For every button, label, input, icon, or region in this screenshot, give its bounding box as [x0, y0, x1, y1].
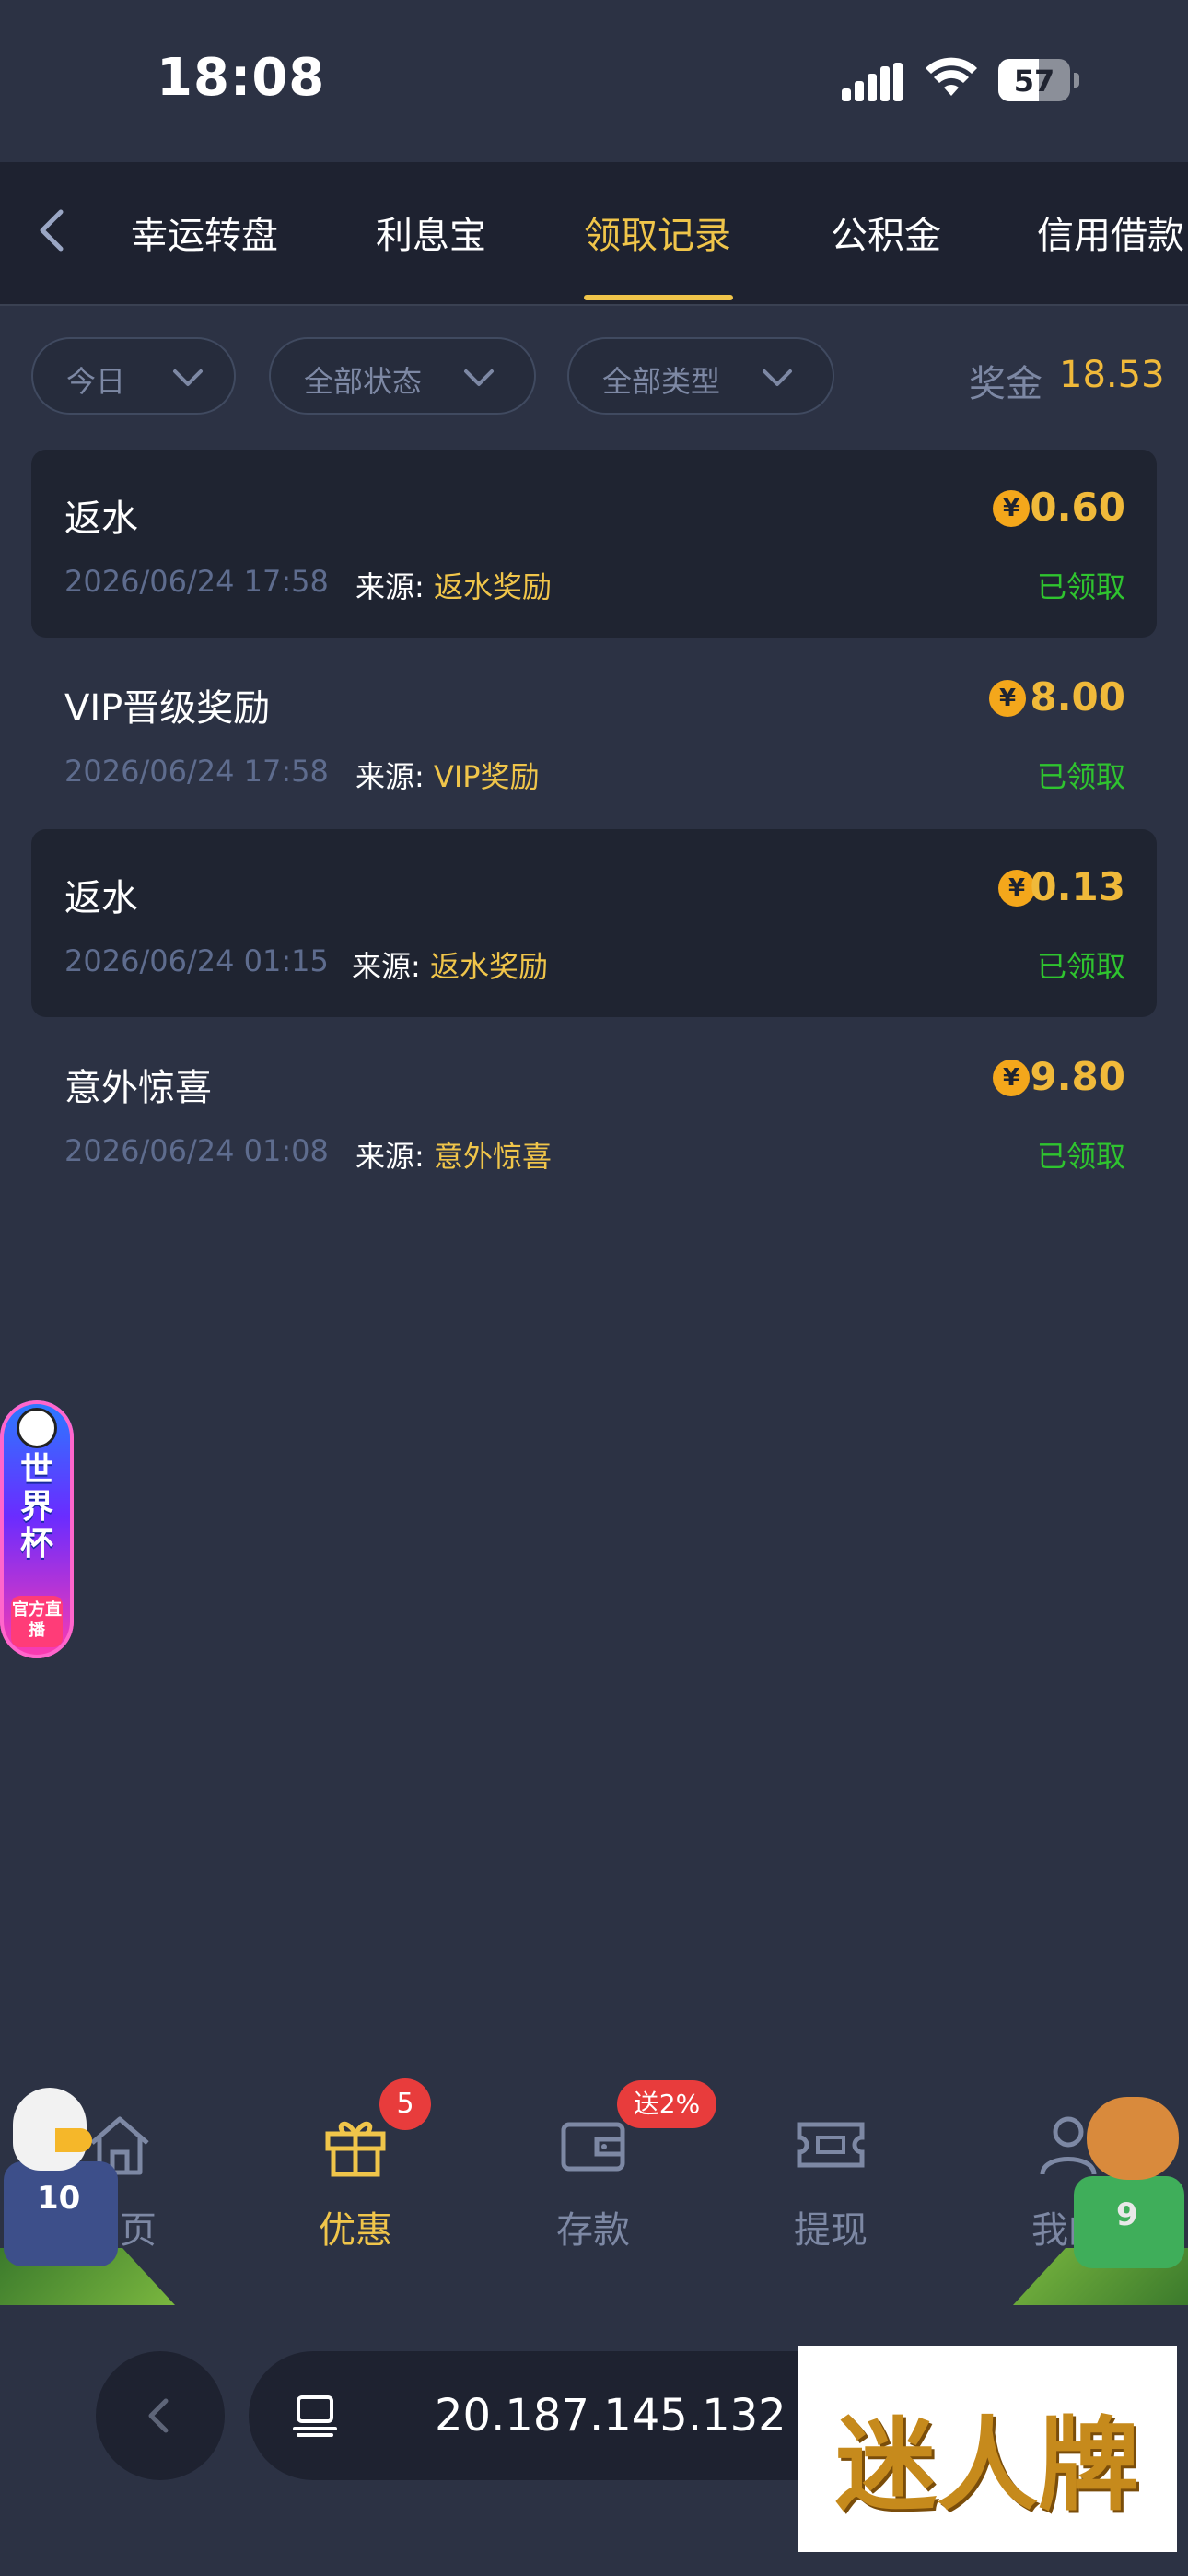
record-title: 返水	[64, 877, 138, 919]
record-item: VIP晋级奖励 2026/06/24 17:58 来源: VIP奖励 ¥ 8.0…	[31, 639, 1157, 827]
record-title: 意外惊喜	[64, 1067, 212, 1109]
record-amount: 0.60	[1030, 485, 1125, 530]
back-arrow-icon[interactable]	[26, 203, 81, 258]
record-source-value: 返水奖励	[433, 569, 552, 604]
soccer-ball-icon	[17, 1408, 57, 1448]
record-item: 意外惊喜 2026/06/24 01:08 来源: 意外惊喜 ¥ 9.80 已领…	[31, 1019, 1157, 1207]
cash-ticket-icon	[797, 2122, 865, 2168]
date-filter-label: 今日	[66, 364, 126, 399]
tab-bar: 幸运转盘 利息宝 领取记录 公积金 信用借款	[0, 162, 1188, 306]
record-date: 2026/06/24 01:15	[64, 943, 329, 978]
type-filter-dropdown[interactable]: 全部类型	[567, 337, 834, 415]
record-status: 已领取	[1036, 1139, 1125, 1174]
tiger-mascot-head	[1087, 2097, 1179, 2180]
record-title: VIP晋级奖励	[64, 687, 271, 730]
record-source-label: 来源:	[355, 759, 425, 794]
chevron-left-icon	[148, 2398, 169, 2433]
record-amount: 8.00	[1030, 674, 1125, 720]
chevron-down-icon	[173, 369, 203, 386]
tab-claim-records[interactable]: 领取记录	[584, 205, 731, 259]
record-amount: 9.80	[1030, 1054, 1125, 1099]
wallet-icon	[561, 2122, 625, 2172]
nav-promotions-label: 优惠	[319, 2209, 392, 2252]
record-item: 返水 2026/06/24 01:15 来源: 返水奖励 ¥ 0.13 已领取	[31, 829, 1157, 1017]
record-source: 来源: 意外惊喜	[355, 1133, 552, 1176]
record-source-label: 来源:	[355, 569, 425, 604]
status-bar: 18:08 57	[0, 0, 1188, 162]
record-date: 2026/06/24 17:58	[64, 754, 329, 789]
record-source: 来源: VIP奖励	[355, 754, 540, 796]
battery-level: 57	[1013, 64, 1055, 99]
record-source-value: VIP奖励	[433, 759, 540, 794]
bonus-total-label: 奖金	[969, 363, 1042, 405]
battery-indicator: 57	[998, 59, 1070, 101]
nav-deposit[interactable]: 存款	[519, 2108, 667, 2292]
status-time: 18:08	[157, 48, 326, 108]
deposit-bonus-badge: 送2%	[617, 2080, 716, 2128]
eagle-mascot-beak	[55, 2128, 92, 2152]
watermark-logo: 迷人牌	[798, 2346, 1177, 2552]
record-source-label: 来源:	[352, 949, 421, 984]
record-source-label: 来源:	[355, 1139, 425, 1174]
nav-withdraw[interactable]: 提现	[757, 2108, 904, 2292]
chevron-down-icon	[464, 369, 494, 386]
type-filter-label: 全部类型	[602, 364, 721, 399]
record-date: 2026/06/24 01:08	[64, 1133, 329, 1168]
tab-credit-loan[interactable]: 信用借款	[1037, 205, 1184, 259]
cellular-signal-icon	[842, 63, 903, 101]
world-cup-live-badge[interactable]: 世界杯 官方直播	[0, 1400, 74, 1658]
gift-icon	[325, 2121, 386, 2177]
record-date: 2026/06/24 17:58	[64, 564, 329, 599]
record-source: 来源: 返水奖励	[355, 564, 552, 606]
record-source: 来源: 返水奖励	[352, 943, 548, 986]
nav-withdraw-label: 提现	[794, 2209, 868, 2252]
page-settings-icon[interactable]	[291, 2392, 339, 2440]
nav-promotions[interactable]: 优惠	[282, 2108, 429, 2292]
browser-back-button[interactable]	[96, 2351, 225, 2480]
world-cup-subtitle: 官方直播	[11, 1596, 63, 1647]
coin-icon: ¥	[989, 680, 1026, 717]
url-text: 20.187.145.132	[435, 2390, 786, 2441]
record-title: 返水	[64, 498, 138, 540]
tab-interest[interactable]: 利息宝	[376, 205, 486, 259]
status-filter-dropdown[interactable]: 全部状态	[269, 337, 536, 415]
tiger-jersey-number: 9	[1116, 2196, 1138, 2233]
coin-icon: ¥	[993, 490, 1030, 527]
record-source-value: 返水奖励	[429, 949, 548, 984]
wifi-icon	[926, 57, 977, 96]
date-filter-dropdown[interactable]: 今日	[31, 337, 236, 415]
tab-provident-fund[interactable]: 公积金	[831, 205, 941, 259]
record-item: 返水 2026/06/24 17:58 来源: 返水奖励 ¥ 0.60 已领取	[31, 450, 1157, 638]
record-amount: 0.13	[1030, 864, 1125, 909]
bonus-total-value: 18.53	[1059, 354, 1165, 396]
chevron-down-icon	[763, 369, 792, 386]
nav-deposit-label: 存款	[556, 2209, 630, 2252]
promotions-count-badge: 5	[379, 2078, 431, 2130]
record-status: 已领取	[1036, 949, 1125, 984]
battery-nub	[1074, 73, 1079, 88]
eagle-jersey-number: 10	[37, 2180, 81, 2217]
coin-icon: ¥	[993, 1060, 1030, 1096]
active-tab-indicator	[584, 295, 733, 300]
record-source-value: 意外惊喜	[433, 1139, 552, 1174]
record-status: 已领取	[1036, 569, 1125, 604]
watermark-text: 迷人牌	[835, 2406, 1139, 2524]
status-filter-label: 全部状态	[304, 364, 423, 399]
tab-lucky-wheel[interactable]: 幸运转盘	[131, 205, 278, 259]
world-cup-title: 世界杯	[19, 1451, 53, 1563]
record-status: 已领取	[1036, 759, 1125, 794]
